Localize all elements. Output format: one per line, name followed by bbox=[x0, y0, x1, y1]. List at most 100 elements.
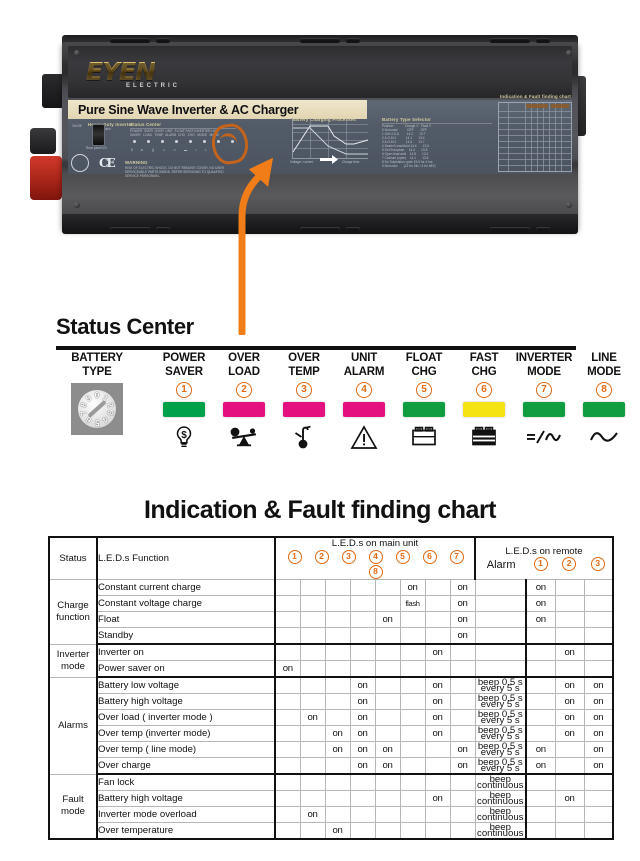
table-row: Battery high voltage on beep continuous on bbox=[49, 790, 614, 807]
led-function-label: Inverter on bbox=[96, 643, 276, 661]
header-function: L.E.D.s Function bbox=[96, 536, 276, 580]
main-unit-cell-7 bbox=[424, 579, 451, 596]
led-function-label: Constant voltage charge bbox=[96, 595, 276, 612]
main-unit-cell-3 bbox=[324, 595, 351, 612]
led-label-line2: MODE bbox=[527, 365, 561, 378]
vent-slot bbox=[536, 38, 550, 43]
main-unit-led-number: 7 bbox=[449, 550, 464, 564]
terminal-block-negative bbox=[30, 128, 56, 154]
led-indicator bbox=[523, 402, 565, 417]
main-unit-cell-3 bbox=[324, 790, 351, 807]
led-label-line2: SAVER bbox=[165, 365, 203, 378]
main-unit-cell-4: on bbox=[349, 693, 376, 710]
header-main-unit-numbers: 1 2 3 4 5 6 7 8 bbox=[276, 549, 474, 579]
remote-cell-2 bbox=[554, 660, 585, 678]
svg-text:$: $ bbox=[181, 430, 187, 441]
led-function-label: Power saver on bbox=[96, 660, 276, 678]
overload-scale-icon bbox=[215, 423, 273, 451]
main-unit-cell-7 bbox=[424, 627, 451, 645]
main-unit-cell-2 bbox=[299, 595, 326, 612]
main-unit-cell-4 bbox=[349, 579, 376, 596]
main-unit-cell-5 bbox=[374, 579, 401, 596]
led-number-badge: 1 bbox=[176, 382, 192, 398]
main-unit-cell-8 bbox=[449, 693, 476, 710]
main-unit-cell-5 bbox=[374, 627, 401, 645]
main-unit-cell-2 bbox=[299, 822, 326, 840]
battery-fast-icon bbox=[455, 423, 513, 451]
table-row: Over load ( inverter mode ) on on on beep 0.… bbox=[49, 709, 614, 726]
alarm-cell: beep 0.5 s every 5 s bbox=[474, 676, 527, 694]
main-unit-cell-1 bbox=[274, 709, 301, 726]
main-unit-cell-1 bbox=[274, 741, 301, 758]
main-unit-cell-7: on bbox=[424, 725, 451, 742]
vent-slot bbox=[110, 38, 150, 43]
led-label-line2: CHG bbox=[471, 365, 497, 378]
main-unit-cell-8 bbox=[449, 773, 476, 791]
remote-cell-1: on bbox=[525, 757, 556, 775]
alarm-cell: beep 0.5 s every 5 s bbox=[474, 709, 527, 726]
alarm-cell bbox=[474, 579, 527, 596]
remote-cell-3 bbox=[583, 806, 614, 823]
battery-type-selector-table: Position Charge V Float V 0 Not used OFF… bbox=[382, 124, 436, 168]
main-unit-cell-4: on bbox=[349, 709, 376, 726]
battery-type-selector[interactable]: BATTERY TYPE 0123456789 bbox=[50, 352, 144, 435]
main-unit-cell-3 bbox=[324, 757, 351, 775]
remote-cell-3 bbox=[583, 627, 614, 645]
main-unit-cell-3: on bbox=[324, 725, 351, 742]
main-unit-cell-6 bbox=[399, 790, 426, 807]
status-led-column-3: OVER TEMP 3 bbox=[275, 352, 333, 451]
table-row: Standby on bbox=[49, 627, 614, 645]
main-unit-cell-1 bbox=[274, 822, 301, 840]
battery-type-selector-title: Battery Type Selector bbox=[382, 117, 432, 122]
main-unit-cell-6 bbox=[399, 627, 426, 645]
main-unit-cell-1 bbox=[274, 757, 301, 775]
led-label-line1: FLOAT bbox=[405, 352, 443, 364]
main-unit-cell-3 bbox=[324, 676, 351, 694]
main-unit-cell-8 bbox=[449, 790, 476, 807]
main-unit-cell-3 bbox=[324, 660, 351, 678]
main-unit-cell-3 bbox=[324, 806, 351, 823]
warning-triangle-icon bbox=[335, 423, 393, 451]
table-row: Constant voltage charge flash on on bbox=[49, 595, 614, 612]
status-led-column-7: INVERTER MODE 7 bbox=[515, 352, 573, 451]
led-indicator bbox=[403, 402, 445, 417]
brand-logo: EYEN bbox=[86, 57, 156, 86]
remote-cell-3 bbox=[583, 660, 614, 678]
status-center-title: Status Center bbox=[56, 314, 194, 339]
remote-cell-1 bbox=[525, 627, 556, 645]
main-unit-cell-3 bbox=[324, 709, 351, 726]
product-photo: EYEN ELECTRIC Pure Sine Wave Inverter & … bbox=[0, 32, 640, 250]
remote-cell-2 bbox=[554, 595, 585, 612]
power-switch[interactable] bbox=[92, 124, 105, 146]
main-unit-cell-5 bbox=[374, 773, 401, 791]
fault-chart-title: Indication & Fault finding chart bbox=[143, 496, 497, 524]
main-unit-cell-3 bbox=[324, 627, 351, 645]
led-number-badge: 7 bbox=[536, 382, 552, 398]
main-unit-led-number: 1 bbox=[287, 550, 302, 564]
led-label-line2: MODE bbox=[587, 365, 621, 378]
callout-arrow-icon bbox=[238, 157, 274, 335]
main-unit-cell-6 bbox=[399, 693, 426, 710]
alarm-cell: beep 0.5 s every 5 s bbox=[474, 725, 527, 742]
alarm-cell bbox=[474, 627, 527, 645]
status-led-column-1: POWER SAVER 1 $ bbox=[155, 352, 213, 451]
main-unit-cell-7 bbox=[424, 595, 451, 612]
main-unit-cell-8 bbox=[449, 709, 476, 726]
remote-cell-1 bbox=[525, 709, 556, 726]
main-unit-cell-5 bbox=[374, 676, 401, 694]
remote-cell-1 bbox=[525, 643, 556, 661]
main-unit-led-number: 2 bbox=[314, 550, 329, 564]
remote-cell-3 bbox=[583, 579, 614, 596]
led-label-line2: ALARM bbox=[343, 365, 385, 378]
main-unit-cell-2 bbox=[299, 693, 326, 710]
main-unit-cell-1 bbox=[274, 725, 301, 742]
main-unit-cell-7: on bbox=[424, 643, 451, 661]
battery-type-dial[interactable]: 0123456789 bbox=[71, 383, 123, 435]
main-unit-cell-3 bbox=[324, 773, 351, 791]
status-group-label: Alarms bbox=[49, 676, 98, 775]
led-function-label: Battery high voltage bbox=[96, 790, 276, 807]
main-unit-cell-1 bbox=[274, 579, 301, 596]
led-function-label: Over temp ( line mode) bbox=[96, 741, 276, 758]
main-unit-cell-5 bbox=[374, 806, 401, 823]
table-row: Fault mode Fan lock beep continuous bbox=[49, 773, 614, 840]
